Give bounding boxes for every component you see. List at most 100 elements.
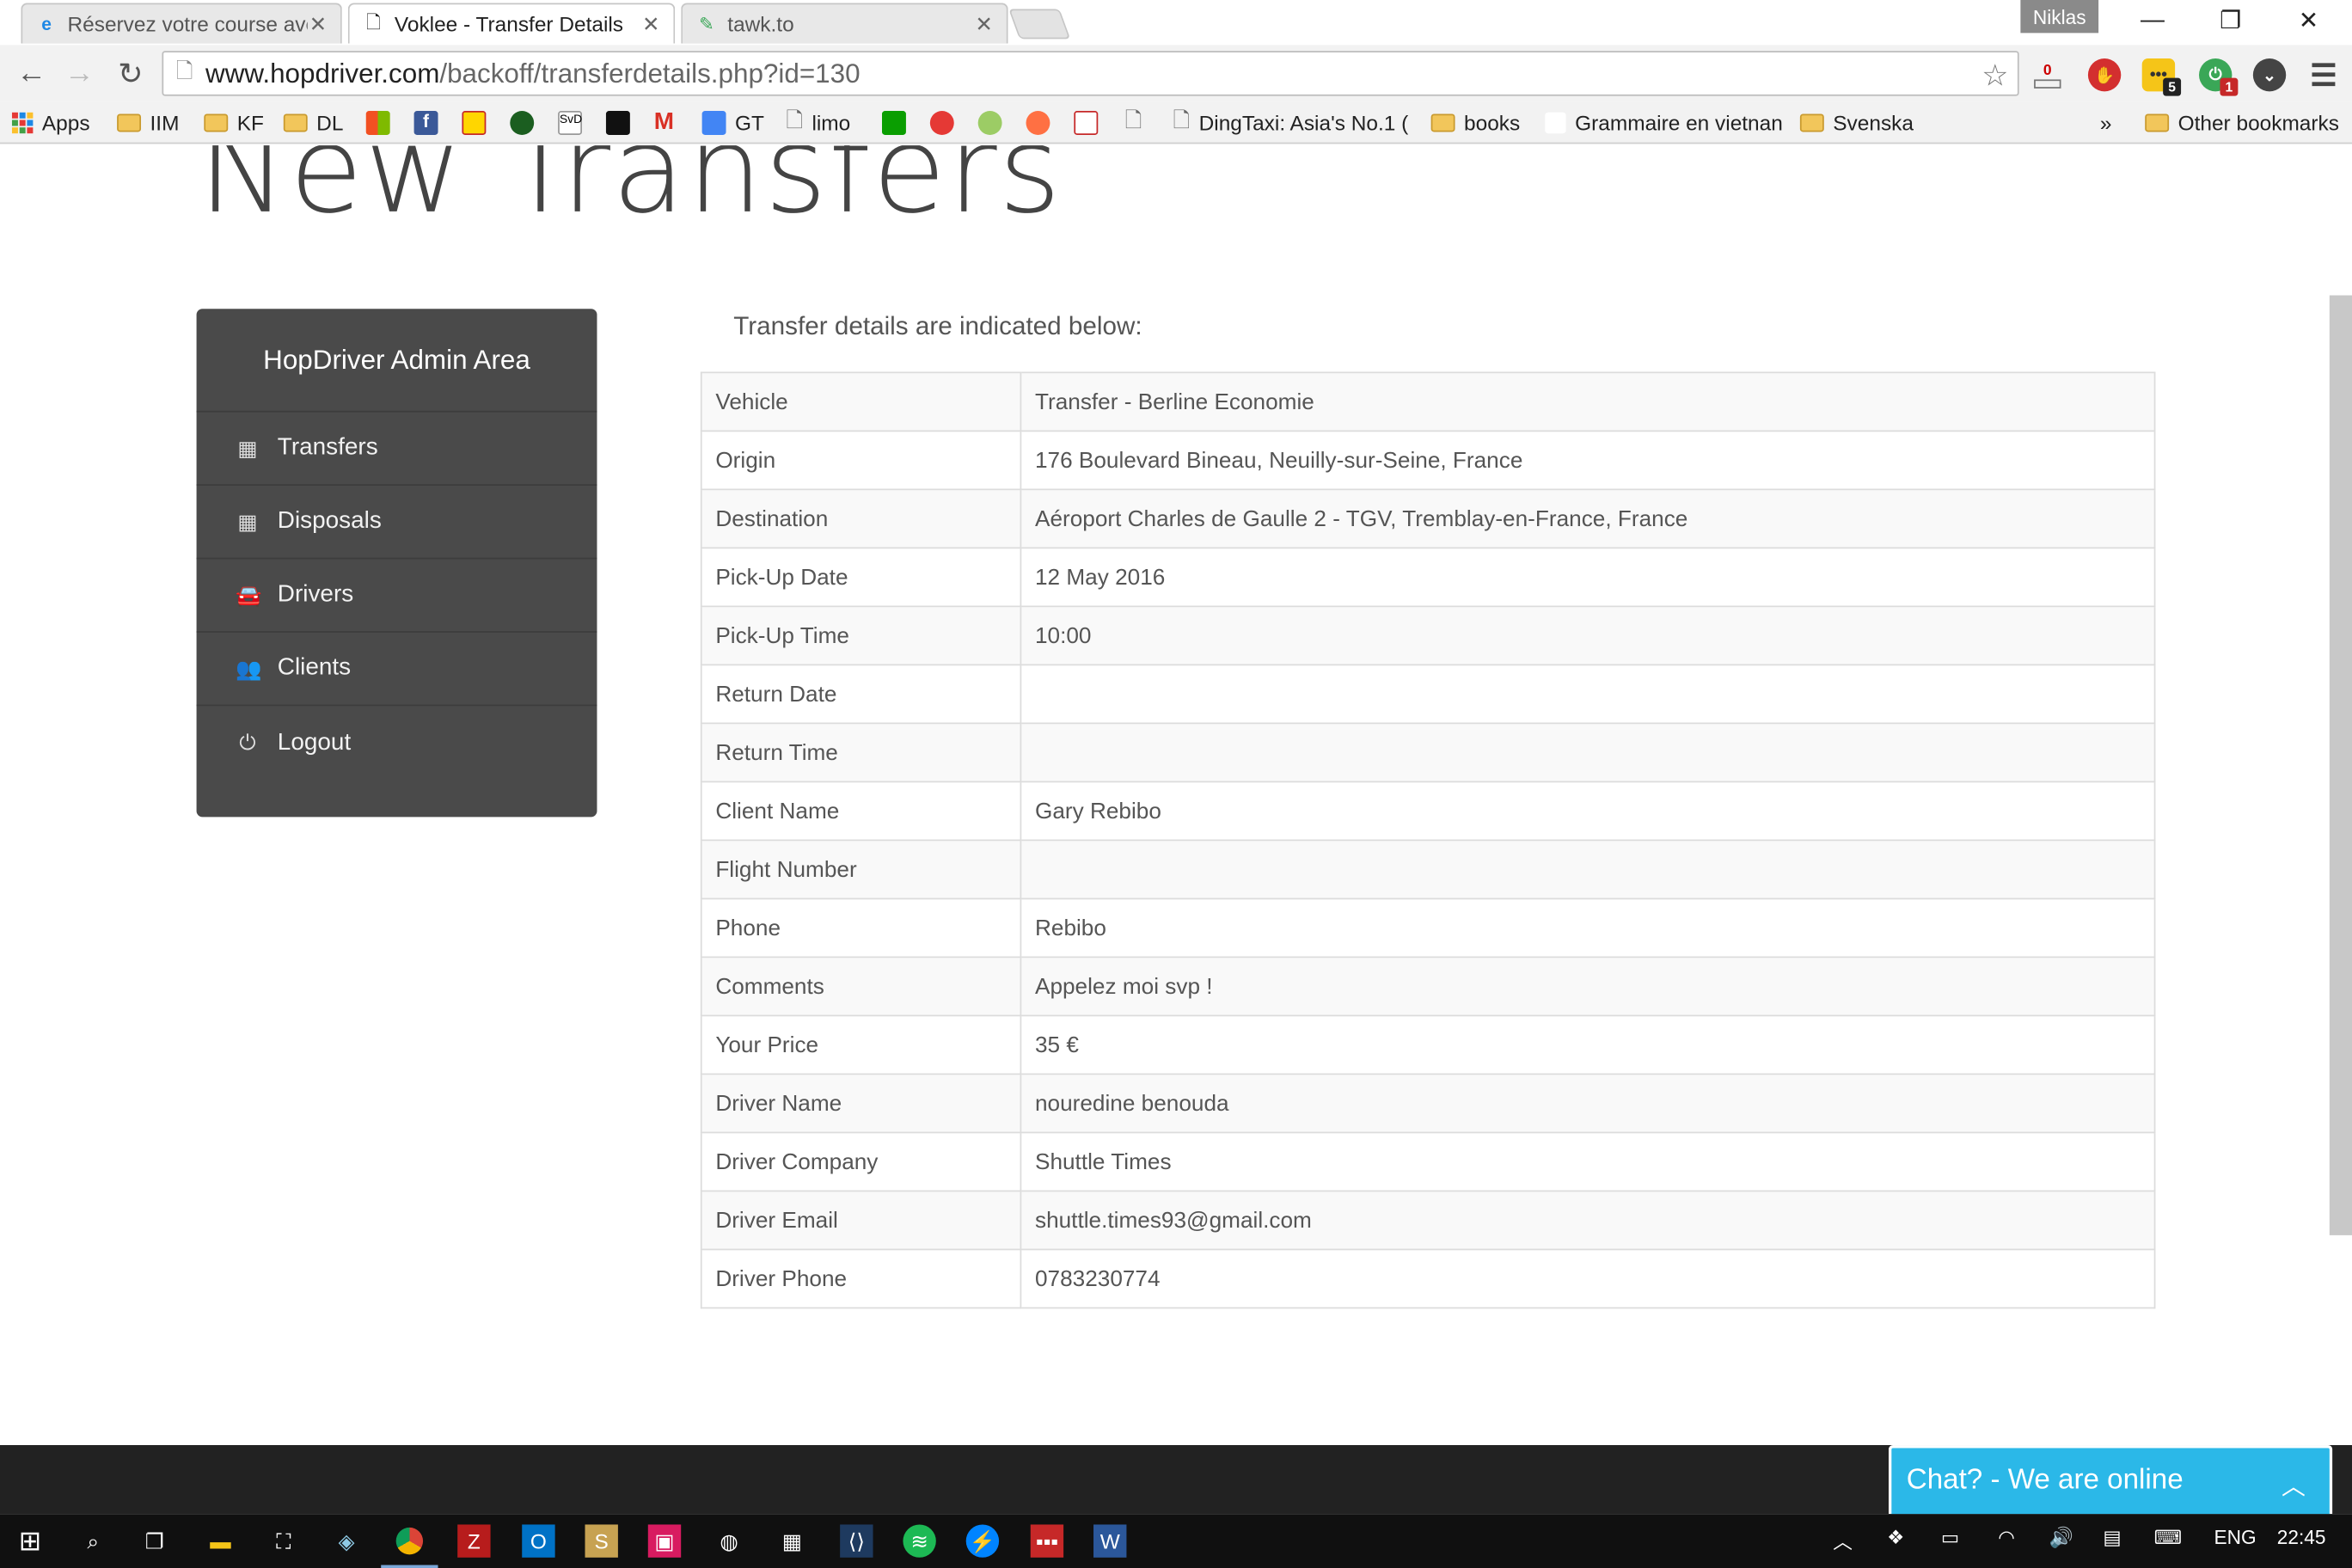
gmail-bookmark-icon[interactable]: M [654,108,674,138]
tab-title: Réservez votre course ave [67,11,308,36]
file-explorer-icon[interactable]: ▬ [204,1524,236,1557]
detail-key: Flight Number [700,839,1022,900]
calculator-icon[interactable]: ▦ [775,1524,808,1557]
facebook-bookmark-icon[interactable]: f [413,108,438,138]
network-icon[interactable]: ◍ [713,1524,745,1557]
chat-label: Chat? - We are online [1906,1464,2184,1497]
address-bar[interactable]: 🗋 www.hopdriver.com/backoff/transferdeta… [162,51,2019,96]
page-icon: 🗋 [1173,107,1191,132]
app-icon[interactable]: ◈ [330,1524,363,1557]
close-icon[interactable]: ✕ [308,11,328,37]
page-icon: 🗋 [786,107,803,132]
tab-reservez[interactable]: e Réservez votre course ave ✕ [21,3,342,44]
bookmark-gt[interactable]: GT [701,108,764,138]
sidebar-item-transfers[interactable]: ▦ Transfers [196,413,597,486]
chrome-icon[interactable] [393,1524,426,1557]
bookmark-kf[interactable]: KF [204,108,264,138]
new-tab-button[interactable] [1008,9,1071,40]
bookmark-other[interactable]: Other bookmarks [2145,108,2339,138]
svd-bookmark-icon[interactable]: SvD [558,108,582,138]
tab-voklee[interactable]: 🗋 Voklee - Transfer Details ✕ [347,3,676,44]
bookmark-apps[interactable]: Apps [11,108,90,138]
keyboard-icon[interactable]: ⌨ [2154,1526,2183,1550]
news-bookmark-icon[interactable] [605,108,630,138]
orange-bookmark-icon[interactable] [1026,108,1050,138]
app-pink-icon[interactable]: ▣ [647,1524,682,1558]
bookmark-dl[interactable]: DL [283,108,343,138]
detail-key: Return Date [700,664,1022,725]
language-indicator[interactable]: ENG [2214,1526,2256,1548]
wifi-icon[interactable]: ◠ [1998,1526,2015,1550]
page-bookmark-icon[interactable]: 🗋 [1125,108,1142,138]
bookmark-label: Apps [41,111,90,135]
sidebar-item-label: Clients [277,655,352,681]
clock[interactable]: 22:45 [2277,1526,2326,1548]
messenger-icon[interactable]: ⚡ [965,1524,1000,1558]
globe-bookmark-icon[interactable] [510,108,535,138]
detail-value: nouredine benouda [1020,1073,2156,1134]
bookmark-iim[interactable]: IIM [117,108,179,138]
bookmark-books[interactable]: books [1430,108,1520,138]
sidebar-item-drivers[interactable]: 🚘 Drivers [196,559,597,633]
table-row: Client Name Gary Rebibo [700,781,2156,842]
detail-value [1020,839,2156,900]
sidebar-item-clients[interactable]: 👥 Clients [196,633,597,707]
techcrunch-bookmark-icon[interactable] [882,108,906,138]
menu-hamburger-icon[interactable]: ☰ [2307,58,2340,92]
store-icon[interactable]: ⛶ [267,1524,300,1557]
close-window-icon[interactable]: ✕ [2274,0,2343,42]
word-icon[interactable]: W [1093,1524,1127,1558]
reload-icon[interactable]: ↻ [111,54,150,93]
tab-strip: e Réservez votre course ave ✕ 🗋 Voklee -… [0,0,2352,46]
bookmark-label: KF [236,111,264,135]
opera-stop-extension-icon[interactable]: ✋ [2087,58,2122,92]
sidebar-item-disposals[interactable]: ▦ Disposals [196,486,597,560]
bookmark-grammaire[interactable]: Grammaire en vietnan [1545,108,1783,138]
table-row: Driver Email shuttle.times93@gmail.com [700,1190,2156,1251]
pocket-extension-icon[interactable]: ⌄ [2252,58,2287,92]
detail-key: Origin [700,430,1022,491]
bookmark-limo[interactable]: 🗋 limo [786,108,850,138]
afp-bookmark-icon[interactable] [462,108,487,138]
volume-icon[interactable]: 🔊 [2049,1526,2073,1550]
microsoft-bookmark-icon[interactable] [365,108,390,138]
sidebar-item-label: Disposals [277,508,382,534]
chevron-up-icon[interactable]: ︿ [2282,1466,2306,1502]
bookmark-star-icon[interactable]: ☆ [1981,57,2008,95]
tab-tawk[interactable]: ✎ tawk.to ✕ [681,3,1008,44]
bookmark-label: IIM [150,111,180,135]
flag-bookmark-icon[interactable] [1074,108,1099,138]
vscode-icon[interactable]: ⟨⟩ [840,1524,873,1558]
profile-button[interactable]: Niklas [2020,0,2099,34]
sidebar-item-logout[interactable]: ⏻ Logout [197,706,597,779]
spotify-icon[interactable]: ≋ [903,1524,936,1558]
url-text[interactable]: www.hopdriver.com/backoff/transferdetail… [205,58,861,89]
detail-key: Destination [700,488,1022,549]
detail-value: 176 Boulevard Bineau, Neuilly-sur-Seine,… [1020,430,2156,491]
task-view-icon[interactable]: ❐ [138,1524,171,1557]
search-icon[interactable]: ⌕ [77,1524,109,1557]
close-icon[interactable]: ✕ [973,11,994,37]
minimize-icon[interactable]: — [2118,0,2187,42]
scrollbar[interactable] [2329,295,2352,1235]
counter-extension-icon[interactable]: 0 [2031,58,2064,91]
bookmark-svenska[interactable]: Svenska [1799,108,1914,138]
notifications-icon[interactable]: ▤ [2103,1526,2121,1550]
chat-widget-button[interactable]: Chat? - We are online ︿ [1888,1445,2333,1515]
back-arrow-icon[interactable]: ← [12,54,51,93]
forward-arrow-icon[interactable]: → [60,54,99,93]
more-bookmarks-chevron-icon[interactable]: » [2100,108,2112,138]
bookmark-dingtaxi[interactable]: 🗋 DingTaxi: Asia's No.1 ( [1173,108,1409,138]
close-icon[interactable]: ✕ [640,11,661,37]
leaf-bookmark-icon[interactable] [977,108,1002,138]
red-bookmark-icon[interactable] [929,108,954,138]
restore-icon[interactable]: ❐ [2196,0,2265,42]
outlook-icon[interactable]: O [522,1524,555,1558]
app-red-icon[interactable]: ▪▪▪ [1030,1524,1064,1558]
battery-icon[interactable]: ▭ [1941,1526,1959,1550]
dropbox-icon[interactable]: ❖ [1887,1526,1904,1550]
chevron-up-icon[interactable]: ︿ [1833,1526,1853,1554]
sublime-icon[interactable]: S [585,1524,618,1558]
filezilla-icon[interactable]: Z [457,1524,491,1558]
windows-start-icon[interactable]: ⊞ [14,1524,46,1557]
